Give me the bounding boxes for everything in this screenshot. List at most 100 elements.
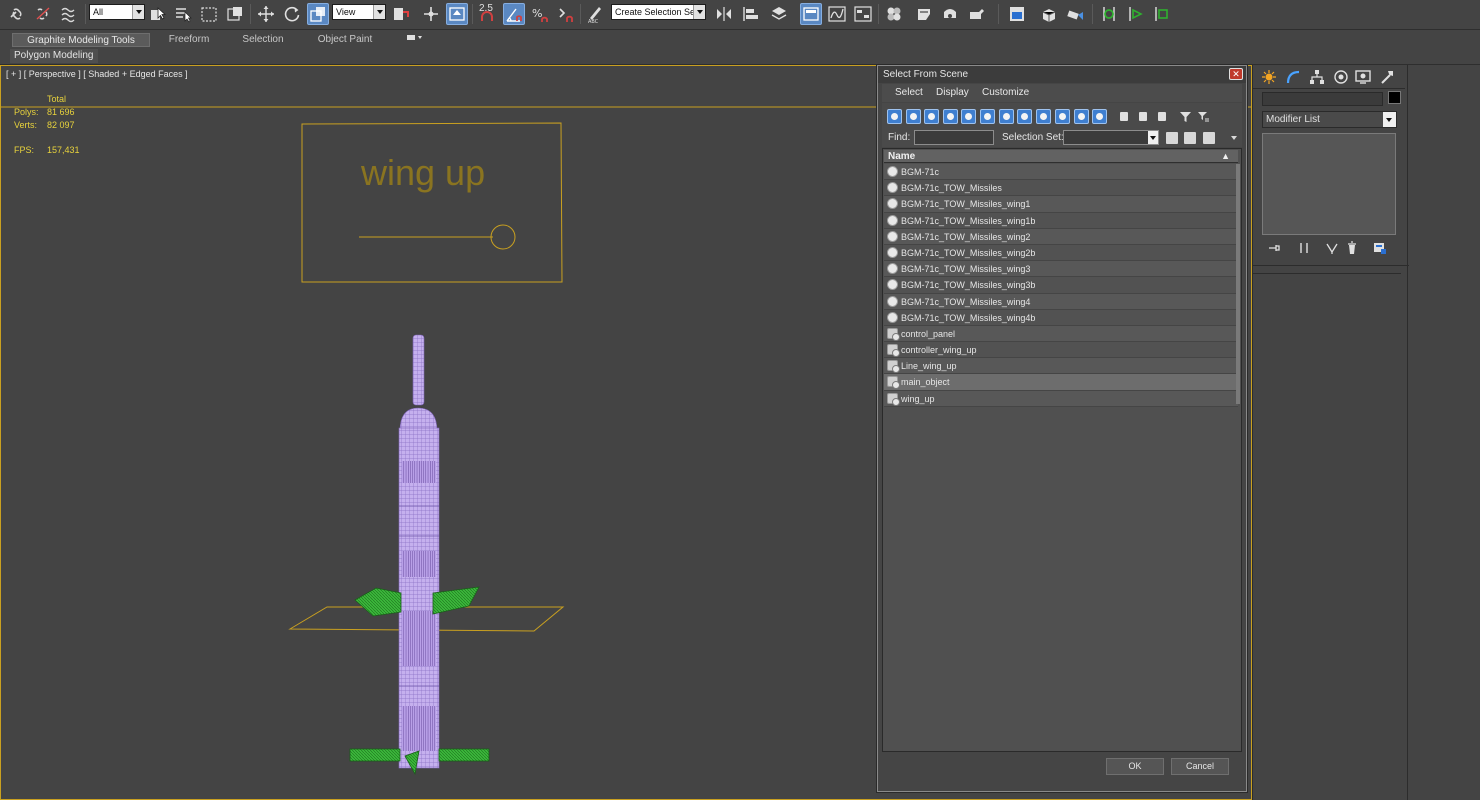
manipulate-icon[interactable] [420, 3, 442, 25]
select-none-icon[interactable] [1135, 109, 1150, 124]
menu-select[interactable]: Select [895, 87, 923, 98]
list-item[interactable]: BGM-71c_TOW_Missiles [884, 180, 1238, 197]
list-item[interactable]: Line_wing_up [884, 358, 1238, 375]
list-item[interactable]: BGM-71c_TOW_Missiles_wing2 [884, 228, 1238, 245]
close-icon[interactable]: ✕ [1229, 68, 1243, 80]
display-space-warps-icon[interactable] [980, 109, 995, 124]
configure-modifier-sets-icon[interactable] [1373, 241, 1387, 255]
list-item[interactable]: BGM-71c_TOW_Missiles_wing3b [884, 277, 1238, 294]
select-rotate-icon[interactable] [281, 3, 303, 25]
column-header-name[interactable]: Name ▲ [884, 150, 1238, 163]
menu-display[interactable]: Display [936, 87, 969, 98]
viewport-label[interactable]: [ + ] [ Perspective ] [ Shaded + Edged F… [6, 69, 188, 79]
percent-snap-icon[interactable]: % [529, 3, 551, 25]
selection-set-dropdown[interactable] [1063, 130, 1159, 145]
motion-tab-icon[interactable] [1331, 68, 1351, 86]
mirror-icon[interactable] [713, 3, 735, 25]
filter-options-icon[interactable] [1196, 109, 1211, 124]
display-cameras-icon[interactable] [943, 109, 958, 124]
bind-space-warp-icon[interactable] [58, 3, 80, 25]
material-editor-icon[interactable] [883, 3, 905, 25]
list-item[interactable]: controller_wing_up [884, 342, 1238, 359]
curve-editor-icon[interactable] [826, 3, 848, 25]
spinner-snap-icon[interactable] [555, 3, 577, 25]
select-all-icon[interactable] [1116, 109, 1131, 124]
reference-coordinate-dropdown[interactable]: View [332, 4, 386, 20]
list-scrollbar[interactable] [1236, 164, 1240, 404]
display-containers-icon[interactable] [1055, 109, 1070, 124]
show-end-result-icon[interactable] [1297, 241, 1311, 255]
object-color-swatch[interactable] [1388, 91, 1401, 104]
edit-selection-set-icon[interactable] [1203, 132, 1215, 144]
list-item[interactable]: BGM-71c_TOW_Missiles_wing1b [884, 212, 1238, 229]
keyboard-shortcut-override-icon[interactable] [446, 3, 468, 25]
find-input[interactable] [914, 130, 994, 145]
auto-key-icon[interactable] [1150, 3, 1172, 25]
ribbon-options-icon[interactable] [402, 33, 428, 47]
container-icon[interactable] [1006, 3, 1028, 25]
pin-stack-icon[interactable] [1267, 241, 1281, 255]
panel-polygon-modeling[interactable]: Polygon Modeling [10, 49, 98, 63]
menu-customize[interactable]: Customize [982, 87, 1029, 98]
list-item[interactable]: BGM-71c [884, 164, 1238, 181]
unlink-icon[interactable] [32, 3, 54, 25]
tab-object-paint[interactable]: Object Paint [308, 33, 382, 47]
modify-tab-icon[interactable] [1283, 68, 1303, 86]
graphite-ribbon-toggle-icon[interactable] [800, 3, 822, 25]
select-scale-icon[interactable] [307, 3, 329, 25]
render-setup-icon[interactable] [913, 3, 935, 25]
list-item[interactable]: BGM-71c_TOW_Missiles_wing2b [884, 244, 1238, 262]
display-tab-icon[interactable] [1353, 68, 1373, 86]
align-icon[interactable] [740, 3, 762, 25]
object-name-field[interactable] [1262, 92, 1383, 106]
toolbar-overflow-icon[interactable] [1231, 136, 1237, 140]
select-by-name-icon[interactable] [172, 3, 194, 25]
display-xrefs-icon[interactable] [1017, 109, 1032, 124]
ok-button[interactable]: OK [1106, 758, 1164, 775]
list-item[interactable]: BGM-71c_TOW_Missiles_wing4b [884, 309, 1238, 326]
create-tab-icon[interactable] [1259, 68, 1279, 86]
list-item[interactable]: wing_up [884, 390, 1238, 407]
cancel-button[interactable]: Cancel [1171, 758, 1229, 775]
tab-freeform[interactable]: Freeform [160, 33, 218, 47]
set-key-icon[interactable] [1124, 3, 1146, 25]
link-icon[interactable] [6, 3, 28, 25]
key-mode-icon[interactable] [1098, 3, 1120, 25]
display-helpers-icon[interactable] [961, 109, 976, 124]
list-item-selected[interactable]: main_object [884, 374, 1238, 391]
window-crossing-icon[interactable] [224, 3, 246, 25]
dialog-titlebar[interactable]: Select From Scene ✕ [878, 66, 1246, 83]
select-move-icon[interactable] [255, 3, 277, 25]
tab-graphite-modeling-tools[interactable]: Graphite Modeling Tools [12, 33, 150, 47]
create-box-icon[interactable] [1038, 3, 1060, 25]
filter-icon[interactable] [1178, 109, 1193, 124]
utilities-tab-icon[interactable] [1377, 68, 1397, 86]
scene-object-list[interactable]: Name ▲ BGM-71c BGM-71c_TOW_Missiles BGM-… [882, 148, 1242, 752]
select-object-icon[interactable] [147, 3, 169, 25]
snaps-toggle-icon[interactable]: 2.5 [477, 3, 499, 25]
remove-selection-set-icon[interactable] [1184, 132, 1196, 144]
hierarchy-tab-icon[interactable] [1307, 68, 1327, 86]
list-item[interactable]: control_panel [884, 325, 1238, 343]
angle-snap-icon[interactable] [503, 3, 525, 25]
display-groups-icon[interactable] [999, 109, 1014, 124]
list-item[interactable]: BGM-71c_TOW_Missiles_wing1 [884, 196, 1238, 213]
create-camera-icon[interactable] [1064, 3, 1086, 25]
named-selection-sets-dropdown[interactable]: Create Selection Se [611, 4, 706, 20]
display-hidden-icon[interactable] [1092, 109, 1107, 124]
list-item[interactable]: BGM-71c_TOW_Missiles_wing4 [884, 293, 1238, 310]
tab-selection[interactable]: Selection [234, 33, 292, 47]
pivot-center-icon[interactable] [390, 3, 412, 25]
rectangular-selection-icon[interactable] [198, 3, 220, 25]
make-unique-icon[interactable] [1325, 241, 1339, 255]
modifier-stack[interactable] [1262, 133, 1396, 235]
list-item[interactable]: BGM-71c_TOW_Missiles_wing3 [884, 261, 1238, 278]
render-production-icon[interactable] [966, 3, 988, 25]
schematic-view-icon[interactable] [852, 3, 874, 25]
display-lights-icon[interactable] [924, 109, 939, 124]
add-selection-set-icon[interactable] [1166, 132, 1178, 144]
display-frozen-icon[interactable] [1074, 109, 1089, 124]
display-bones-icon[interactable] [1036, 109, 1051, 124]
modifier-list-dropdown[interactable]: Modifier List [1262, 111, 1397, 128]
rendered-frame-window-icon[interactable] [939, 3, 961, 25]
